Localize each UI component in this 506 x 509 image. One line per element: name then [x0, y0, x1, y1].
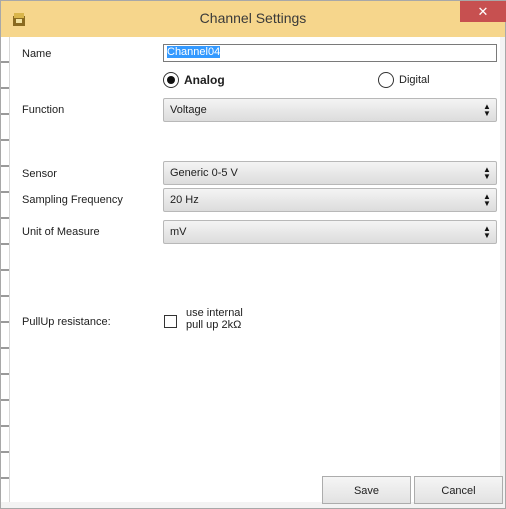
window-title: Channel Settings	[199, 10, 307, 26]
save-button[interactable]: Save	[322, 476, 411, 504]
updown-arrow-icon: ▲ ▼	[483, 192, 491, 208]
analog-label: Analog	[184, 73, 225, 87]
updown-arrow-icon: ▲ ▼	[483, 224, 491, 240]
name-input-value: Channel04	[167, 46, 221, 58]
updown-arrow-icon: ▲ ▼	[483, 102, 491, 118]
digital-label: Digital	[399, 74, 430, 86]
sampling-frequency-select[interactable]: 20 Hz ▲ ▼	[163, 188, 497, 212]
name-input[interactable]: Channel04	[163, 44, 497, 62]
close-button[interactable]: ✕	[460, 1, 506, 22]
unit-of-measure-label: Unit of Measure	[22, 226, 100, 238]
left-edge-strip	[1, 37, 9, 502]
function-label: Function	[22, 104, 65, 116]
settings-panel: Name Channel04 Analog Digital Function V…	[9, 37, 503, 504]
pullup-line2: pull up 2kΩ	[186, 319, 242, 331]
radio-selected-icon	[163, 72, 179, 88]
pullup-line1: use internal	[186, 307, 243, 319]
analog-radio[interactable]: Analog	[163, 72, 225, 88]
sampling-frequency-value: 20 Hz	[170, 194, 199, 206]
title-bar[interactable]: Channel Settings ✕	[1, 1, 506, 37]
pullup-checkbox-text[interactable]: use internal pull up 2kΩ	[186, 307, 243, 331]
name-label: Name	[22, 48, 52, 60]
function-value: Voltage	[170, 104, 207, 116]
channel-settings-window: Channel Settings ✕ Name Channel04 Analog…	[0, 0, 506, 509]
digital-radio[interactable]: Digital	[378, 72, 430, 88]
sensor-select[interactable]: Generic 0-5 V ▲ ▼	[163, 161, 497, 185]
cancel-button[interactable]: Cancel	[414, 476, 503, 504]
pullup-label: PullUp resistance:	[22, 316, 111, 328]
function-select[interactable]: Voltage ▲ ▼	[163, 98, 497, 122]
unit-of-measure-value: mV	[170, 226, 187, 238]
close-icon: ✕	[477, 4, 489, 19]
pullup-checkbox[interactable]	[164, 315, 177, 328]
updown-arrow-icon: ▲ ▼	[483, 165, 491, 181]
sensor-label: Sensor	[22, 168, 57, 180]
sampling-frequency-label: Sampling Frequency	[22, 194, 123, 206]
radio-unselected-icon	[378, 72, 394, 88]
sensor-value: Generic 0-5 V	[170, 167, 238, 179]
unit-of-measure-select[interactable]: mV ▲ ▼	[163, 220, 497, 244]
